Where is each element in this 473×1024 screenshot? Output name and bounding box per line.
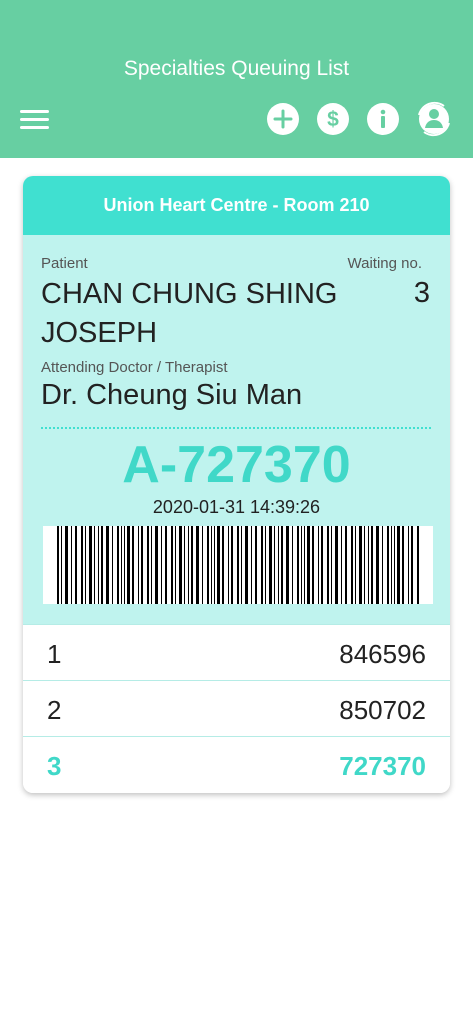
ticket-panel: Patient Waiting no. CHAN CHUNG SHING JOS… (23, 235, 450, 625)
app-header: Specialties Queuing List $ (0, 0, 473, 158)
ticket-timestamp: 2020-01-31 14:39:26 (152, 497, 321, 517)
queue-index: 1 (47, 639, 62, 669)
patient-label: Patient (41, 255, 88, 272)
waiting-label: Waiting no. (347, 255, 422, 272)
waiting-number: 3 (413, 277, 430, 309)
page-title: Specialties Queuing List (123, 57, 350, 80)
queue-row-1: 1 846596 (23, 624, 450, 681)
queue-row-2: 2 850702 (23, 680, 450, 737)
card-location: Union Heart Centre - Room 210 (23, 176, 450, 235)
doctor-label: Attending Doctor / Therapist (41, 359, 228, 376)
divider (41, 427, 431, 429)
svg-text:$: $ (327, 108, 339, 131)
barcode (43, 526, 433, 604)
dollar-icon[interactable]: $ (317, 103, 349, 135)
queue-index: 2 (47, 695, 62, 725)
menu-icon[interactable] (20, 110, 50, 132)
add-icon[interactable] (267, 103, 299, 135)
queue-row-3-current: 3 727370 (23, 736, 450, 793)
info-icon[interactable] (367, 103, 399, 135)
queue-number: 727370 (339, 751, 426, 781)
ticket-number: A-727370 (122, 436, 351, 494)
queue-number: 850702 (339, 695, 426, 725)
queue-number: 846596 (339, 639, 426, 669)
queue-card: Union Heart Centre - Room 210 Patient Wa… (23, 176, 450, 793)
queue-index: 3 (47, 751, 62, 781)
doctor-name: Dr. Cheung Siu Man (41, 379, 303, 411)
user-refresh-icon[interactable] (416, 101, 452, 137)
patient-name: CHAN CHUNG SHING JOSEPH (41, 278, 338, 349)
